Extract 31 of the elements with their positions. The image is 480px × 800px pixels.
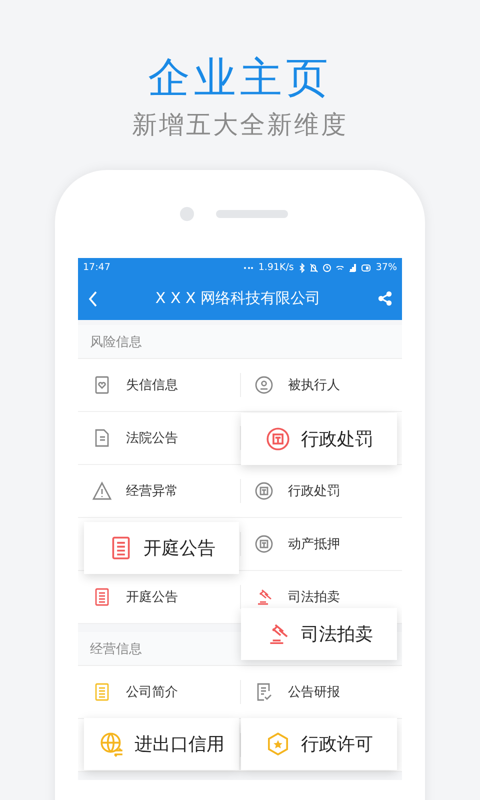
wifi-icon bbox=[336, 266, 344, 270]
headline-title: 企业主页 bbox=[148, 52, 332, 104]
bluetooth-icon bbox=[298, 262, 305, 272]
feature-label: 行政处罚 bbox=[301, 428, 373, 451]
menu-item-label[interactable]: 动产抵押 bbox=[288, 535, 340, 553]
muted-bell-icon bbox=[310, 262, 318, 272]
headline-subtitle: 新增五大全新维度 bbox=[132, 109, 348, 141]
share-icon[interactable] bbox=[378, 291, 392, 306]
battery-percent: 37% bbox=[376, 262, 397, 273]
menu-item-label[interactable]: 失信信息 bbox=[126, 376, 178, 394]
alarm-clock-icon bbox=[322, 264, 331, 272]
menu-item-label[interactable]: 被执行人 bbox=[288, 376, 340, 394]
feature-label: 开庭公告 bbox=[144, 537, 216, 560]
back-icon[interactable] bbox=[88, 290, 98, 306]
menu-item-label[interactable]: 经营异常 bbox=[126, 482, 178, 500]
battery-icon bbox=[360, 264, 371, 272]
network-speed: 1.91K/s bbox=[258, 262, 294, 273]
feature-label: 行政许可 bbox=[301, 733, 373, 756]
menu-item-label[interactable]: 公告研报 bbox=[288, 683, 340, 701]
menu-item-label[interactable]: 法院公告 bbox=[126, 429, 178, 447]
speaker-grille bbox=[216, 210, 288, 218]
menu-item-label[interactable]: 司法拍卖 bbox=[288, 588, 340, 606]
menu-item-label[interactable]: 行政处罚 bbox=[288, 482, 340, 500]
menu-item-label[interactable]: 开庭公告 bbox=[126, 588, 178, 606]
menu-item-label[interactable]: 公司简介 bbox=[126, 683, 178, 701]
company-title: X X X 网络科技有限公司 bbox=[155, 289, 321, 308]
feature-label: 进出口信用 bbox=[134, 733, 224, 756]
section-header: 风险信息 bbox=[78, 325, 402, 359]
camera-dot bbox=[180, 207, 194, 221]
signal-icon bbox=[348, 264, 356, 272]
status-time: 17:47 bbox=[83, 262, 110, 273]
